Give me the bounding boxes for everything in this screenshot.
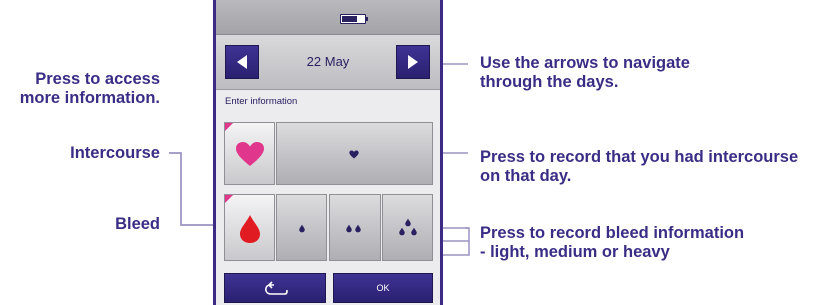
status-bar bbox=[216, 0, 440, 35]
small-drop-icon bbox=[399, 227, 405, 236]
back-button[interactable] bbox=[224, 273, 326, 303]
bleed-medium-button[interactable] bbox=[329, 194, 381, 261]
intercourse-info-button[interactable] bbox=[224, 122, 275, 185]
enter-information-label: Enter information bbox=[225, 96, 298, 107]
battery-icon bbox=[340, 14, 368, 24]
ok-button-label: OK bbox=[376, 283, 390, 293]
small-drop-icon bbox=[411, 227, 417, 236]
annotation-intercourse: Intercourse bbox=[70, 144, 160, 162]
blood-drop-icon bbox=[240, 215, 260, 243]
info-corner-marker bbox=[225, 123, 233, 131]
record-intercourse-button[interactable] bbox=[276, 122, 433, 185]
right-arrow-icon bbox=[408, 55, 418, 69]
annotation-arrows: Use the arrows to navigate through the d… bbox=[480, 54, 690, 91]
annotation-bleed: Bleed bbox=[115, 215, 160, 233]
heart-icon bbox=[236, 142, 264, 166]
info-corner-marker bbox=[225, 195, 233, 203]
small-drop-icon bbox=[346, 224, 352, 233]
bleed-light-button[interactable] bbox=[276, 194, 327, 261]
annotation-record-bleed: Press to record bleed information - ligh… bbox=[480, 224, 745, 261]
date-navigation: 22 May bbox=[216, 35, 440, 90]
small-drop-icon bbox=[299, 224, 305, 233]
small-drop-icon bbox=[355, 224, 361, 233]
bleed-info-button[interactable] bbox=[224, 194, 275, 261]
annotation-record-intercourse: Press to record that you had intercourse… bbox=[480, 148, 799, 185]
ok-button[interactable]: OK bbox=[333, 273, 433, 303]
device-screen: 22 May Enter information OK bbox=[213, 0, 443, 305]
small-heart-icon bbox=[349, 150, 359, 159]
annotation-access-info: Press to access more information. bbox=[19, 70, 160, 107]
small-drop-icon bbox=[405, 218, 411, 227]
next-day-button[interactable] bbox=[396, 45, 430, 79]
back-return-icon bbox=[265, 281, 288, 295]
bleed-heavy-button[interactable] bbox=[382, 194, 433, 261]
